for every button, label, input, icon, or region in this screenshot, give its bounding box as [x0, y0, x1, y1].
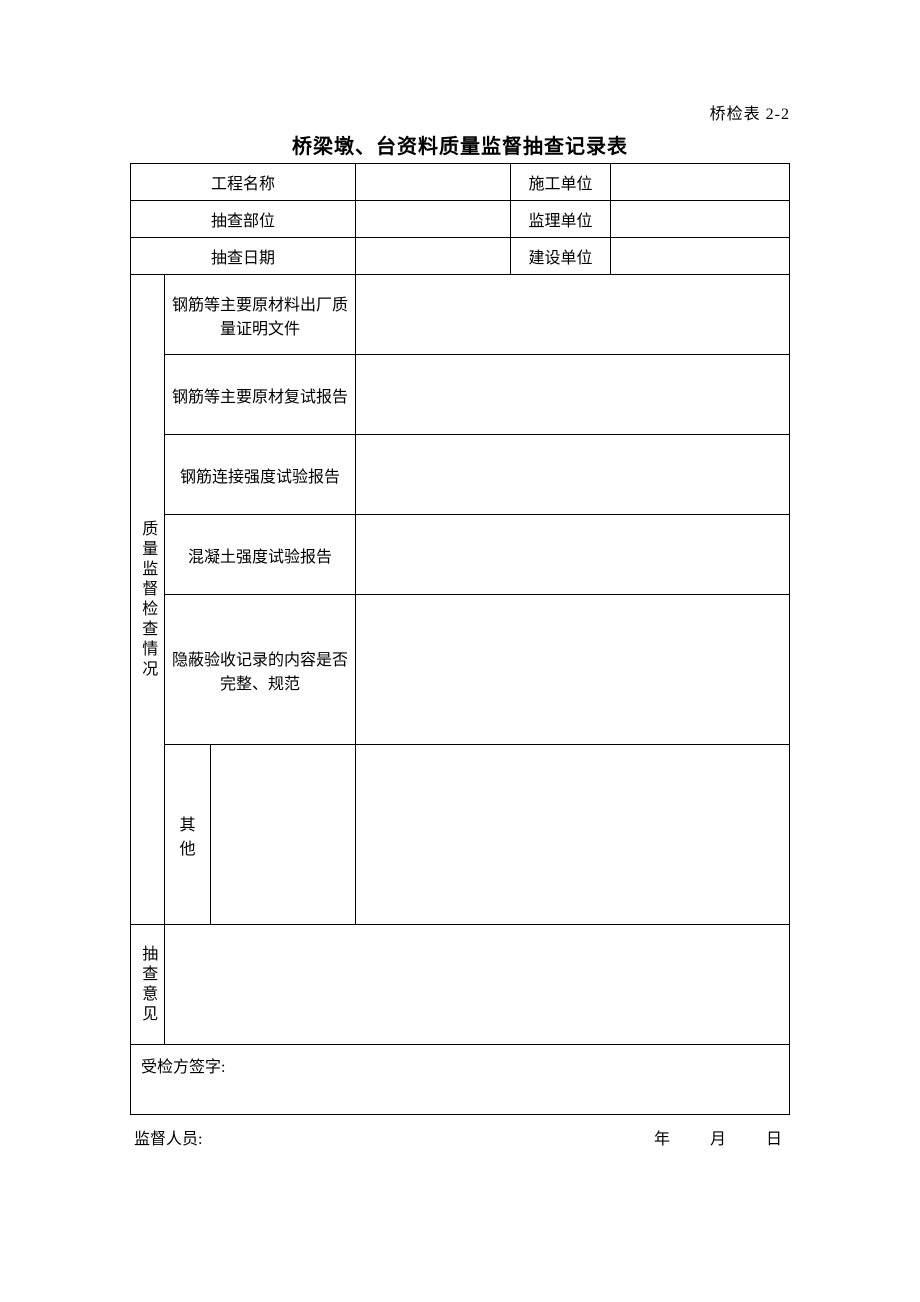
inspector-label: 监督人员: — [134, 1131, 202, 1148]
table-row: 受检方签字: — [131, 1045, 790, 1115]
table-row: 抽查意见 — [131, 925, 790, 1045]
signature-cell[interactable]: 受检方签字: — [131, 1045, 790, 1115]
supervisor-value[interactable] — [611, 201, 790, 238]
inspect-date-value[interactable] — [356, 238, 511, 275]
project-name-value[interactable] — [356, 164, 511, 201]
date-box: 年 月 日 — [630, 1125, 786, 1149]
table-row: 工程名称 施工单位 — [131, 164, 790, 201]
inspection-item-value[interactable] — [356, 435, 790, 515]
supervisor-label: 监理单位 — [511, 201, 611, 238]
inspection-item-value[interactable] — [356, 275, 790, 355]
owner-value[interactable] — [611, 238, 790, 275]
table-row: 混凝土强度试验报告 — [131, 515, 790, 595]
owner-label: 建设单位 — [511, 238, 611, 275]
table-row: 抽查日期 建设单位 — [131, 238, 790, 275]
signature-label: 受检方签字: — [141, 1059, 225, 1076]
inspection-item-value[interactable] — [356, 355, 790, 435]
inspection-item-label: 混凝土强度试验报告 — [165, 515, 356, 595]
inspection-item-label: 钢筋等主要原材复试报告 — [165, 355, 356, 435]
table-row: 其他 — [131, 745, 790, 925]
other-label: 其他 — [165, 745, 211, 925]
opinion-value[interactable] — [165, 925, 790, 1045]
inspect-part-value[interactable] — [356, 201, 511, 238]
footer-row: 监督人员: 年 月 日 — [130, 1115, 790, 1149]
table-row: 钢筋连接强度试验报告 — [131, 435, 790, 515]
inspection-form-table: 工程名称 施工单位 抽查部位 监理单位 抽查日期 建设单位 质量监督检查情况 钢… — [130, 163, 790, 1115]
inspection-item-label: 钢筋连接强度试验报告 — [165, 435, 356, 515]
inspection-item-value[interactable] — [356, 515, 790, 595]
contractor-value[interactable] — [611, 164, 790, 201]
opinion-label: 抽查意见 — [131, 925, 165, 1045]
table-row: 钢筋等主要原材复试报告 — [131, 355, 790, 435]
other-sublabel[interactable] — [211, 745, 356, 925]
form-title: 桥梁墩、台资料质量监督抽查记录表 — [130, 130, 790, 159]
table-row: 隐蔽验收记录的内容是否完整、规范 — [131, 595, 790, 745]
inspect-date-label: 抽查日期 — [131, 238, 356, 275]
form-id-label: 桥检表 2-2 — [130, 100, 790, 124]
day-label: 日 — [766, 1125, 786, 1149]
year-label: 年 — [654, 1125, 674, 1149]
inspection-section-label: 质量监督检查情况 — [131, 275, 165, 925]
contractor-label: 施工单位 — [511, 164, 611, 201]
inspection-item-label: 隐蔽验收记录的内容是否完整、规范 — [165, 595, 356, 745]
inspection-item-label: 钢筋等主要原材料出厂质量证明文件 — [165, 275, 356, 355]
month-label: 月 — [710, 1125, 730, 1149]
table-row: 质量监督检查情况 钢筋等主要原材料出厂质量证明文件 — [131, 275, 790, 355]
table-row: 抽查部位 监理单位 — [131, 201, 790, 238]
inspection-item-value[interactable] — [356, 595, 790, 745]
project-name-label: 工程名称 — [131, 164, 356, 201]
other-value[interactable] — [356, 745, 790, 925]
inspect-part-label: 抽查部位 — [131, 201, 356, 238]
